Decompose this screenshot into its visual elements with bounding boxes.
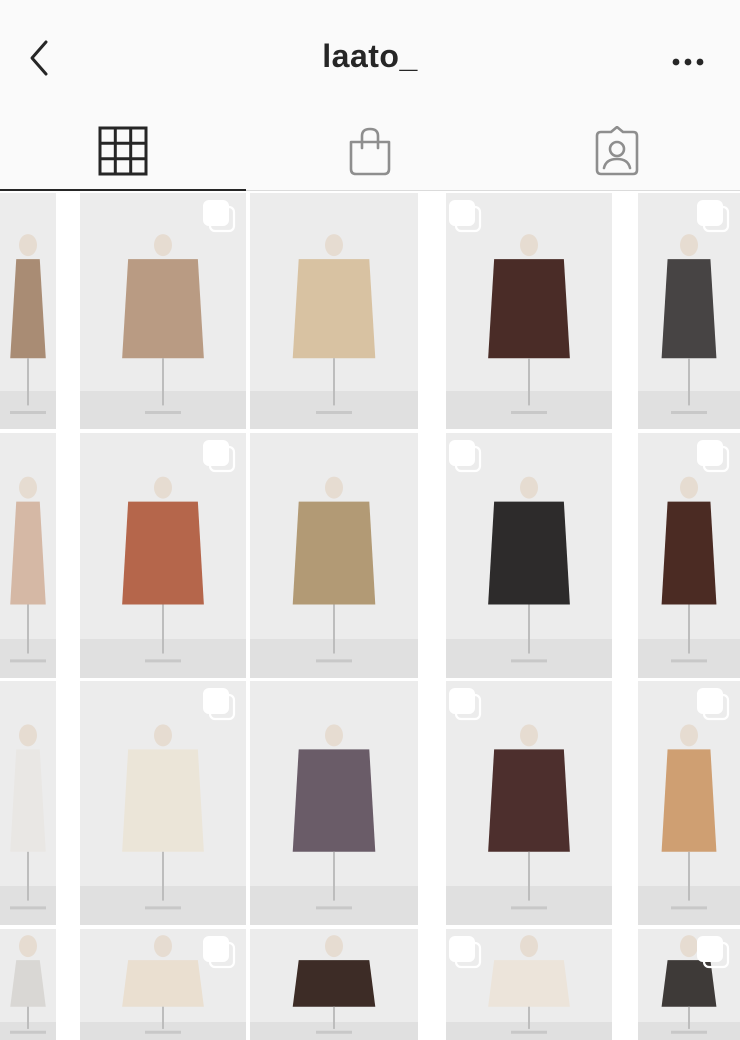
chevron-left-icon bbox=[30, 40, 48, 76]
post-photo bbox=[10, 234, 46, 414]
top-navigation-bar: laato_ bbox=[0, 0, 740, 118]
post-photo bbox=[10, 724, 46, 910]
post-thumbnail[interactable] bbox=[80, 433, 246, 678]
post-thumbnail[interactable] bbox=[446, 193, 612, 429]
post-thumbnail[interactable] bbox=[638, 681, 740, 925]
multiple-photos-icon bbox=[203, 936, 236, 969]
tab-shop[interactable] bbox=[247, 118, 493, 190]
multiple-photos-icon bbox=[449, 936, 482, 969]
multiple-photos-icon bbox=[697, 688, 730, 721]
post-thumbnail[interactable] bbox=[0, 433, 56, 678]
post-thumbnail[interactable] bbox=[250, 929, 418, 1040]
multiple-photos-icon bbox=[697, 440, 730, 473]
multiple-photos-icon bbox=[697, 200, 730, 233]
multiple-photos-icon bbox=[449, 440, 482, 473]
multiple-photos-icon bbox=[449, 200, 482, 233]
multiple-photos-icon bbox=[203, 688, 236, 721]
shopping-bag-icon bbox=[349, 127, 391, 176]
post-thumbnail[interactable] bbox=[80, 929, 246, 1040]
post-thumbnail[interactable] bbox=[0, 929, 56, 1040]
post-photo bbox=[10, 935, 46, 1034]
back-button[interactable] bbox=[22, 38, 62, 78]
tab-tagged[interactable] bbox=[494, 118, 740, 190]
post-photo bbox=[292, 234, 376, 414]
post-thumbnail[interactable] bbox=[638, 929, 740, 1040]
more-options-button[interactable] bbox=[664, 48, 712, 76]
post-photo bbox=[292, 724, 376, 910]
multiple-photos-icon bbox=[449, 688, 482, 721]
post-thumbnail[interactable] bbox=[80, 193, 246, 429]
post-thumbnail[interactable] bbox=[250, 193, 418, 429]
post-thumbnail[interactable] bbox=[80, 681, 246, 925]
post-thumbnail[interactable] bbox=[638, 433, 740, 678]
post-thumbnail[interactable] bbox=[638, 193, 740, 429]
profile-tabs bbox=[0, 118, 740, 191]
post-thumbnail[interactable] bbox=[446, 681, 612, 925]
post-thumbnail[interactable] bbox=[446, 929, 612, 1040]
post-thumbnail[interactable] bbox=[0, 193, 56, 429]
post-thumbnail[interactable] bbox=[446, 433, 612, 678]
profile-username: laato_ bbox=[322, 38, 418, 74]
tab-grid[interactable] bbox=[0, 118, 246, 191]
multiple-photos-icon bbox=[203, 440, 236, 473]
post-photo bbox=[292, 935, 376, 1034]
multiple-photos-icon bbox=[697, 936, 730, 969]
post-thumbnail[interactable] bbox=[250, 433, 418, 678]
more-horizontal-icon bbox=[672, 58, 704, 66]
multiple-photos-icon bbox=[203, 200, 236, 233]
posts-grid bbox=[0, 191, 740, 1040]
grid-icon bbox=[98, 126, 148, 176]
post-thumbnail[interactable] bbox=[0, 681, 56, 925]
post-photo bbox=[10, 476, 46, 663]
post-photo bbox=[292, 476, 376, 663]
post-thumbnail[interactable] bbox=[250, 681, 418, 925]
tagged-person-icon bbox=[595, 126, 639, 176]
